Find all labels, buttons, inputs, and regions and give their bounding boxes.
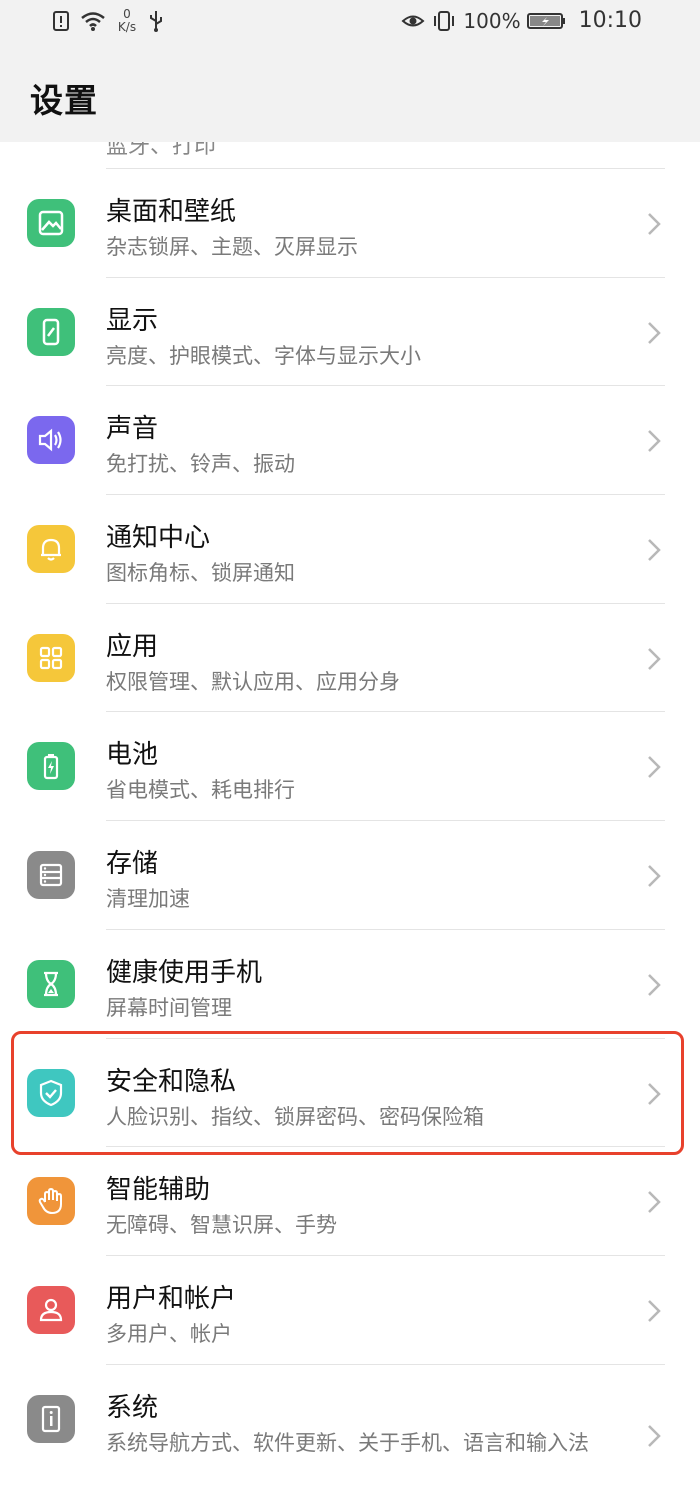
hand-icon bbox=[27, 1177, 75, 1226]
item-subtitle: 清理加速 bbox=[106, 887, 190, 912]
partial-list-item[interactable]: 蓝牙、打印 bbox=[106, 142, 666, 168]
status-bar: 0 K/s 100% 10:10 bbox=[0, 0, 700, 46]
wallpaper-icon bbox=[27, 199, 75, 247]
chevron-right-icon bbox=[648, 1082, 661, 1105]
item-subtitle: 省电模式、耗电排行 bbox=[106, 778, 295, 803]
chevron-right-icon bbox=[648, 1424, 661, 1447]
item-label: 用户和帐户 bbox=[106, 1283, 237, 1314]
item-subtitle: 免打扰、铃声、振动 bbox=[106, 452, 295, 477]
chevron-right-icon bbox=[648, 539, 661, 561]
storage-icon bbox=[27, 851, 75, 900]
settings-item-smart-assistance[interactable]: 智能辅助 无障碍、智慧识屏、手势 bbox=[0, 1147, 700, 1256]
item-label: 桌面和壁纸 bbox=[106, 197, 237, 227]
alert-icon bbox=[53, 11, 69, 31]
settings-item-sound[interactable]: 声音 免打扰、铃声、振动 bbox=[0, 386, 700, 496]
wifi-icon bbox=[81, 12, 105, 31]
battery-charging-icon bbox=[526, 12, 565, 29]
item-label: 安全和隐私 bbox=[106, 1066, 237, 1097]
network-speed: 0 K/s bbox=[114, 8, 140, 34]
item-subtitle: 图标角标、锁屏通知 bbox=[106, 561, 295, 586]
status-left: 0 K/s bbox=[52, 8, 164, 34]
battery-icon bbox=[27, 742, 75, 791]
user-icon bbox=[27, 1285, 75, 1334]
bell-icon bbox=[27, 525, 75, 574]
eye-comfort-icon bbox=[401, 15, 425, 26]
network-speed-unit: K/s bbox=[117, 20, 137, 34]
settings-item-digital-balance[interactable]: 健康使用手机 屏幕时间管理 bbox=[0, 930, 700, 1039]
settings-item-display[interactable]: 显示 亮度、护眼模式、字体与显示大小 bbox=[0, 278, 700, 387]
vibrate-icon bbox=[434, 10, 455, 31]
chevron-right-icon bbox=[648, 647, 661, 670]
system-info-icon bbox=[27, 1394, 75, 1443]
item-subtitle: 屏幕时间管理 bbox=[106, 995, 232, 1020]
settings-item-system[interactable]: 系统 系统导航方式、软件更新、关于手机、语言和输入法 bbox=[0, 1365, 700, 1491]
usb-icon bbox=[150, 11, 162, 32]
page-title: 设置 bbox=[30, 81, 98, 120]
apps-icon bbox=[27, 633, 75, 682]
chevron-right-icon bbox=[648, 1299, 661, 1322]
hourglass-icon bbox=[27, 959, 75, 1008]
item-subtitle: 亮度、护眼模式、字体与显示大小 bbox=[106, 343, 421, 368]
partial-item-subtitle: 蓝牙、打印 bbox=[106, 142, 217, 159]
settings-item-storage[interactable]: 存储 清理加速 bbox=[0, 821, 700, 930]
item-label: 声音 bbox=[106, 414, 159, 445]
item-label: 显示 bbox=[106, 305, 159, 336]
item-subtitle: 人脸识别、指纹、锁屏密码、密码保险箱 bbox=[106, 1104, 484, 1129]
item-label: 系统 bbox=[106, 1392, 159, 1423]
item-subtitle: 系统导航方式、软件更新、关于手机、语言和输入法 bbox=[106, 1430, 589, 1455]
chevron-right-icon bbox=[648, 973, 661, 996]
shield-icon bbox=[27, 1068, 75, 1117]
header: 设置 bbox=[0, 46, 700, 142]
settings-list: 桌面和壁纸 杂志锁屏、主题、灭屏显示 显示 亮度、护眼模式、字体与显示大小 声音… bbox=[0, 169, 700, 1491]
chevron-right-icon bbox=[648, 756, 661, 779]
item-subtitle: 无障碍、智慧识屏、手势 bbox=[106, 1213, 337, 1238]
item-subtitle: 权限管理、默认应用、应用分身 bbox=[106, 669, 400, 694]
clock: 10:10 bbox=[578, 8, 642, 33]
settings-item-wallpaper[interactable]: 桌面和壁纸 杂志锁屏、主题、灭屏显示 bbox=[0, 169, 700, 278]
item-label: 应用 bbox=[106, 631, 159, 662]
battery-percent: 100% bbox=[463, 8, 521, 33]
chevron-right-icon bbox=[648, 430, 661, 453]
item-label: 健康使用手机 bbox=[106, 957, 263, 988]
chevron-right-icon bbox=[648, 321, 661, 344]
settings-item-apps[interactable]: 应用 权限管理、默认应用、应用分身 bbox=[0, 604, 700, 713]
settings-item-security-privacy[interactable]: 安全和隐私 人脸识别、指纹、锁屏密码、密码保险箱 bbox=[0, 1039, 700, 1148]
chevron-right-icon bbox=[648, 865, 661, 888]
settings-item-users-accounts[interactable]: 用户和帐户 多用户、帐户 bbox=[0, 1256, 700, 1365]
settings-item-notifications[interactable]: 通知中心 图标角标、锁屏通知 bbox=[0, 495, 700, 604]
settings-item-battery[interactable]: 电池 省电模式、耗电排行 bbox=[0, 712, 700, 822]
item-subtitle: 杂志锁屏、主题、灭屏显示 bbox=[106, 235, 358, 259]
item-label: 智能辅助 bbox=[106, 1175, 211, 1206]
item-label: 电池 bbox=[106, 740, 159, 771]
item-label: 通知中心 bbox=[106, 523, 211, 554]
item-subtitle: 多用户、帐户 bbox=[106, 1321, 232, 1346]
item-label: 存储 bbox=[106, 849, 159, 880]
chevron-right-icon bbox=[648, 213, 661, 235]
display-icon bbox=[27, 307, 75, 356]
status-right: 100% 10:10 bbox=[401, 8, 642, 33]
chevron-right-icon bbox=[648, 1191, 661, 1214]
sound-icon bbox=[27, 416, 75, 465]
